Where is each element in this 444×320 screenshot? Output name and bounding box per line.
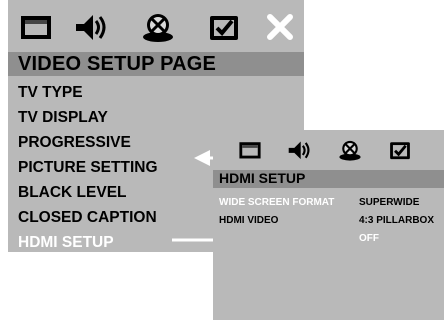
speaker-sound-icon[interactable] bbox=[287, 138, 313, 162]
value-4-3-pillarbox[interactable]: 4:3 PILLARBOX bbox=[359, 212, 434, 230]
page-title: VIDEO SETUP PAGE bbox=[18, 53, 217, 75]
tv-screen-icon[interactable] bbox=[18, 10, 54, 44]
value-superwide[interactable]: SUPERWIDE bbox=[359, 194, 434, 212]
sub-title-band: HDMI SETUP bbox=[213, 170, 444, 188]
disc-icon[interactable] bbox=[337, 138, 363, 162]
hdmi-setup-panel: HDMI SETUP WIDE SCREEN FORMAT HDMI VIDEO… bbox=[213, 130, 444, 320]
menu-item-tv-type[interactable]: TV TYPE bbox=[8, 80, 304, 105]
option-wide-screen-format[interactable]: WIDE SCREEN FORMAT bbox=[219, 194, 334, 212]
disc-icon[interactable] bbox=[140, 10, 176, 44]
checked-screen-icon[interactable] bbox=[387, 138, 413, 162]
menu-item-tv-display[interactable]: TV DISPLAY bbox=[8, 105, 304, 130]
sub-icon-bar bbox=[213, 130, 444, 168]
hdmi-options-list: WIDE SCREEN FORMAT HDMI VIDEO bbox=[219, 194, 334, 230]
main-icon-bar bbox=[8, 0, 304, 52]
sub-page-title: HDMI SETUP bbox=[219, 170, 306, 186]
hdmi-values-list: SUPERWIDE 4:3 PILLARBOX OFF bbox=[359, 194, 434, 248]
close-icon[interactable] bbox=[262, 10, 298, 44]
checked-screen-icon[interactable] bbox=[206, 10, 242, 44]
value-off[interactable]: OFF bbox=[359, 230, 434, 248]
option-hdmi-video[interactable]: HDMI VIDEO bbox=[219, 212, 334, 230]
speaker-sound-icon[interactable] bbox=[74, 10, 110, 44]
tv-screen-icon[interactable] bbox=[237, 138, 263, 162]
page-title-band: VIDEO SETUP PAGE bbox=[8, 52, 304, 76]
